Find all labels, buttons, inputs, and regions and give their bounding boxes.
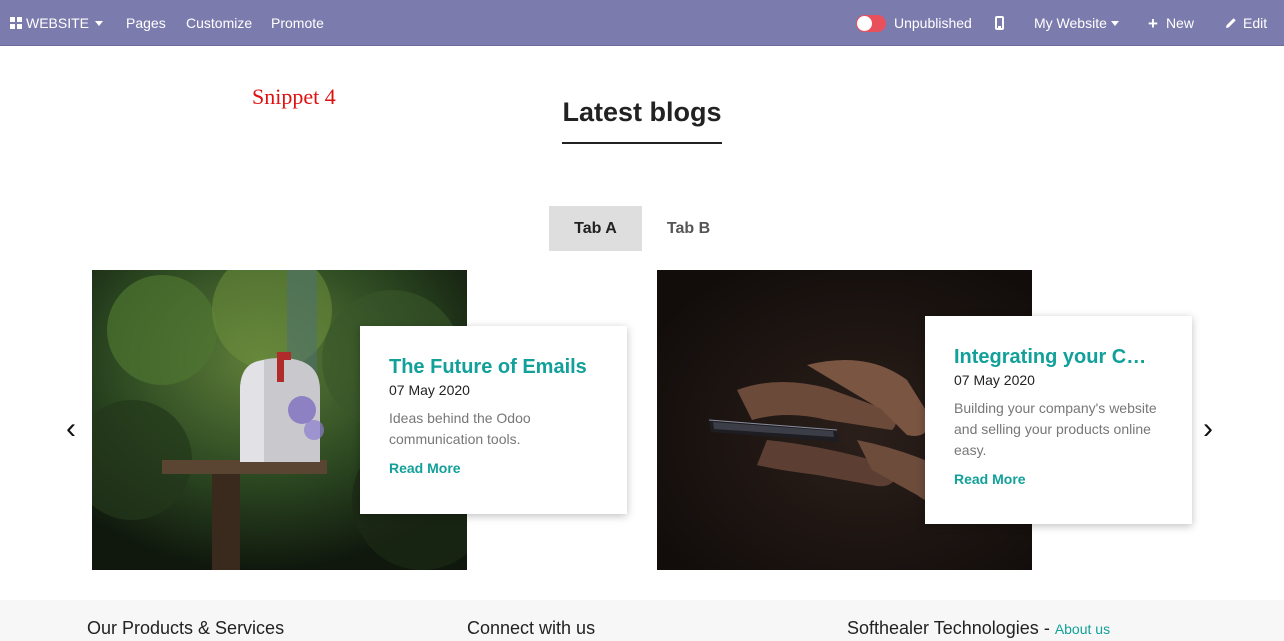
about-us-link[interactable]: About us [1055, 621, 1110, 637]
website-admin-bar: WEBSITE Pages Customize Promote Unpublis… [0, 0, 1284, 46]
new-button-label: New [1165, 15, 1194, 31]
nav-promote[interactable]: Promote [271, 0, 324, 46]
read-more-link[interactable]: Read More [389, 460, 598, 476]
carousel-prev-arrow[interactable]: ‹ [66, 414, 76, 444]
apps-icon [10, 17, 22, 29]
website-menu-label: WEBSITE [26, 15, 90, 31]
pencil-icon [1225, 17, 1237, 29]
site-selector[interactable]: My Website [1034, 0, 1119, 46]
blog-card: Integrating your C… 07 May 2020 Building… [925, 316, 1192, 524]
mobile-icon [995, 16, 1004, 30]
publish-status-label: Unpublished [894, 15, 972, 31]
blog-title[interactable]: Integrating your C… [954, 346, 1163, 369]
blog-card: The Future of Emails 07 May 2020 Ideas b… [360, 326, 627, 514]
blog-date: 07 May 2020 [954, 372, 1035, 388]
toggle-switch[interactable] [856, 14, 886, 32]
blog-date: 07 May 2020 [389, 382, 470, 398]
caret-down-icon [1110, 20, 1119, 26]
company-name: Softhealer Technologies [847, 618, 1039, 638]
footer-heading-company: Softhealer Technologies - About us [847, 618, 1110, 639]
title-underline [562, 142, 722, 144]
footer: Our Products & Services Connect with us … [0, 600, 1284, 641]
caret-down-icon [95, 20, 104, 26]
mobile-preview-button[interactable] [995, 0, 1004, 46]
edit-button[interactable]: Edit [1225, 0, 1267, 46]
footer-heading-products: Our Products & Services [87, 618, 285, 638]
site-selector-label: My Website [1034, 15, 1107, 31]
edit-button-label: Edit [1243, 15, 1268, 31]
new-button[interactable]: + New [1148, 0, 1194, 46]
blog-description: Building your company's website and sell… [954, 400, 1157, 458]
nav-customize[interactable]: Customize [186, 0, 252, 46]
section-title: Latest blogs [562, 97, 722, 127]
footer-heading-connect: Connect with us [467, 618, 596, 638]
tab-b[interactable]: Tab B [642, 206, 735, 251]
plus-icon: + [1148, 13, 1158, 33]
publish-toggle[interactable]: Unpublished [856, 0, 972, 46]
blog-title[interactable]: The Future of Emails [389, 356, 598, 379]
separator: - [1038, 618, 1055, 638]
read-more-link[interactable]: Read More [954, 471, 1163, 487]
tab-a[interactable]: Tab A [549, 206, 642, 251]
blog-description: Ideas behind the Odoo communication tool… [389, 410, 531, 447]
website-menu-button[interactable]: WEBSITE [10, 0, 104, 46]
nav-pages[interactable]: Pages [126, 0, 166, 46]
carousel-next-arrow[interactable]: › [1203, 414, 1213, 444]
